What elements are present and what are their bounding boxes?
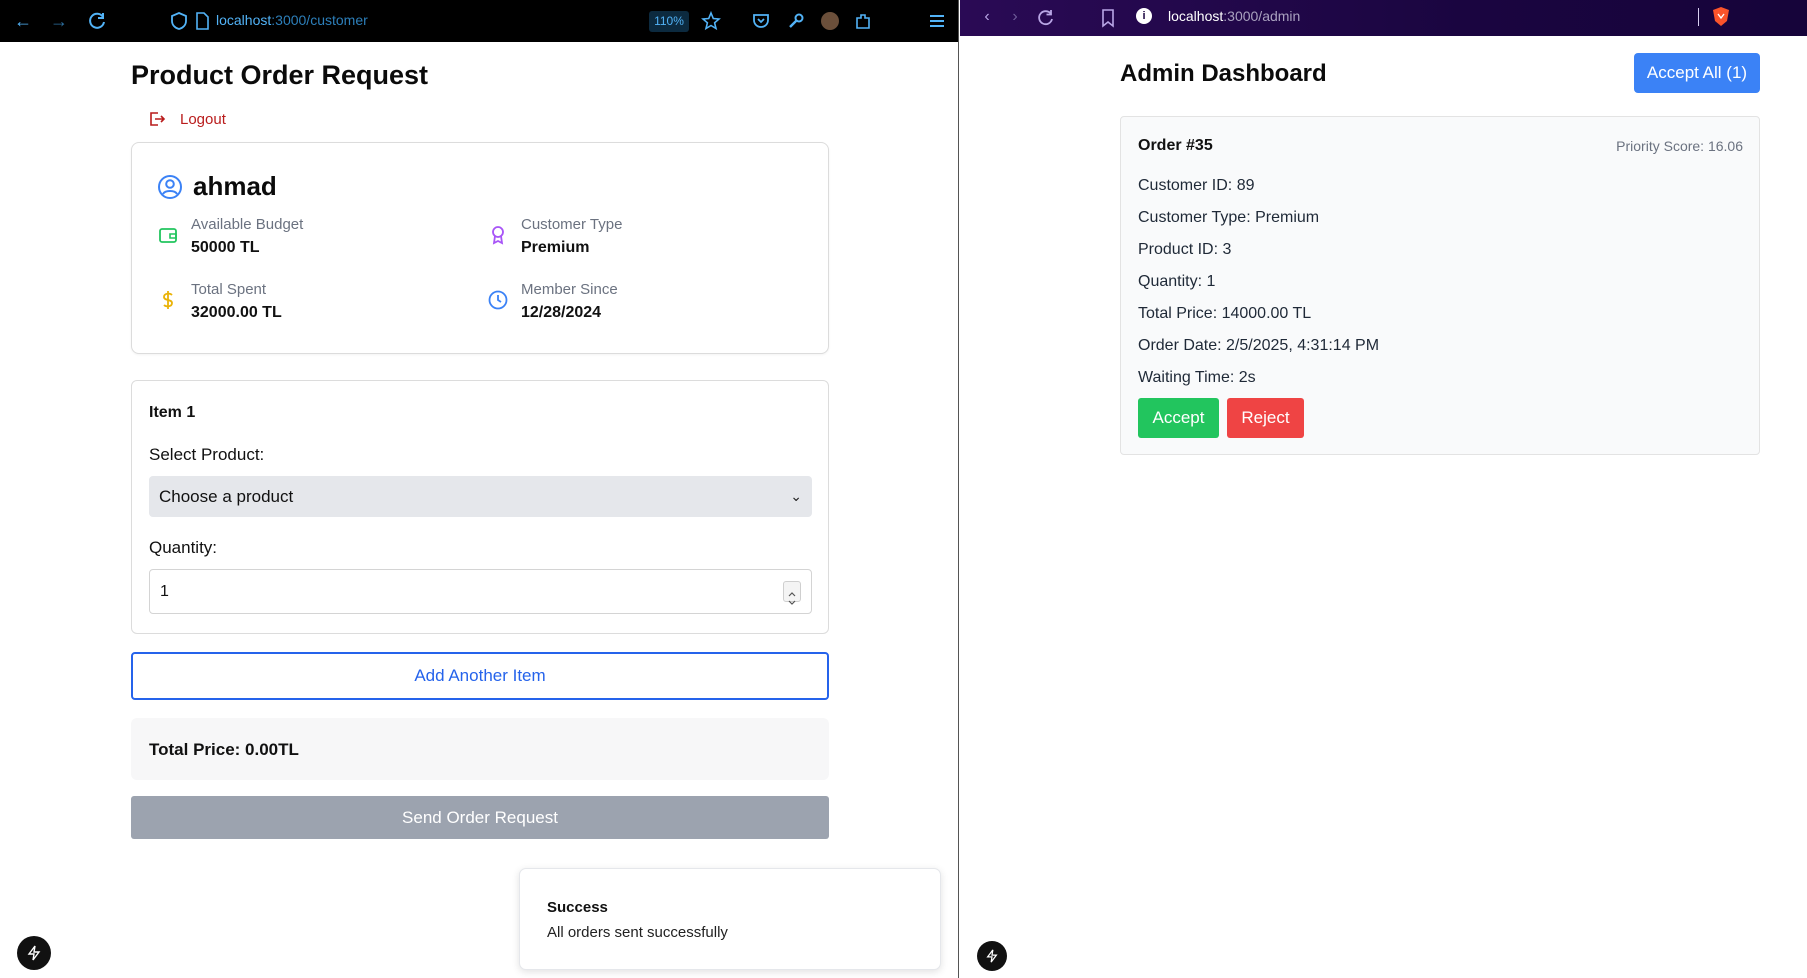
total-spent-value: 32000.00 TL [191,304,282,321]
order-customer-id: Customer ID: 89 [1138,177,1255,194]
forward-chevron-icon[interactable]: › [1004,6,1026,28]
clock-icon [488,290,508,310]
total-spent-stat: Total Spent 32000.00 TL [157,281,282,322]
wrench-icon[interactable] [785,10,807,32]
address-bar[interactable]: localhost:3000/admin [1168,8,1300,24]
member-since-label: Member Since [521,281,618,298]
order-total-price: Total Price: 14000.00 TL [1138,305,1312,322]
desktop: ← → localhost:3000/customer 110% Product… [0,0,1807,978]
order-date: Order Date: 2/5/2025, 4:31:14 PM [1138,337,1380,354]
url-host: localhost [1168,8,1224,24]
member-since-stat: Member Since 12/28/2024 [487,281,618,322]
wallet-icon [159,228,177,243]
back-chevron-icon[interactable]: ‹ [976,6,998,28]
logout-icon [150,112,166,126]
admin-dashboard-title: Admin Dashboard [1120,60,1327,87]
accept-order-button[interactable]: Accept [1138,398,1219,438]
success-toast: Success All orders sent successfully [519,868,941,970]
shield-icon[interactable] [168,10,190,32]
back-arrow-icon[interactable]: ← [12,10,34,32]
quantity-stepper[interactable] [783,581,801,605]
order-card: Order #35 Priority Score: 16.06 Customer… [1120,116,1760,455]
firefox-toolbar: ← → localhost:3000/customer 110% [0,0,958,42]
zoom-level-badge[interactable]: 110% [649,11,689,32]
lightning-icon [27,945,41,961]
accept-all-button[interactable]: Accept All (1) [1634,53,1760,93]
dollar-icon [163,291,173,309]
url-path: :3000/admin [1223,8,1301,24]
reject-order-button[interactable]: Reject [1227,398,1304,438]
available-budget-label: Available Budget [191,216,304,233]
profile-avatar[interactable] [821,12,839,30]
user-circle-icon [158,174,182,199]
quantity-label: Quantity: [149,538,218,557]
total-spent-label: Total Spent [191,281,267,298]
order-waiting-time: Waiting Time: 2s [1138,369,1256,386]
nextjs-devtools-badge[interactable] [977,941,1007,971]
toolbar-divider [1698,8,1699,26]
item-title: Item 1 [149,404,196,421]
extensions-icon[interactable] [852,10,874,32]
product-select-value: Choose a product [159,487,294,506]
available-budget-stat: Available Budget 50000 TL [157,216,303,257]
total-price-box: Total Price: 0.00TL [131,718,829,780]
chevron-down-icon: ⌄ [790,488,802,504]
customer-page: Product Order Request Logout ahmad Avail… [0,42,958,978]
order-quantity: Quantity: 1 [1138,273,1216,290]
customer-profile-card: ahmad Available Budget 50000 TL Customer… [131,142,829,354]
lightning-icon [986,949,998,963]
brave-shield-icon[interactable] [1711,6,1731,28]
quantity-value: 1 [160,583,169,600]
reload-icon[interactable] [86,10,108,32]
brave-toolbar: ‹ › i localhost:3000/admin [960,0,1807,36]
order-item-card: Item 1 Select Product: Choose a product … [131,380,829,634]
customer-type-label: Customer Type [521,216,623,233]
star-bookmark-icon[interactable] [700,10,722,32]
send-order-request-button[interactable]: Send Order Request [131,796,829,839]
url-host: localhost [216,12,272,28]
admin-browser-window: ‹ › i localhost:3000/admin Admin Dashboa… [960,0,1807,978]
quantity-input[interactable]: 1 [149,569,812,614]
address-bar[interactable]: localhost:3000/customer [216,12,368,28]
nextjs-devtools-badge[interactable] [17,936,51,970]
logout-label: Logout [180,110,226,128]
award-icon [492,226,504,245]
logout-button[interactable]: Logout [148,110,226,128]
customer-name-row: ahmad [157,171,277,202]
available-budget-value: 50000 TL [191,239,260,256]
url-path: :3000/customer [271,12,368,28]
customer-type-stat: Customer Type Premium [487,216,622,257]
reload-icon[interactable] [1035,7,1057,29]
page-title: Product Order Request [131,60,429,90]
page-icon [196,12,209,30]
member-since-value: 12/28/2024 [521,304,602,321]
priority-score: Priority Score: 16.06 [1616,138,1743,154]
order-product-id: Product ID: 3 [1138,241,1232,258]
customer-type-value: Premium [521,239,590,256]
toast-title: Success [547,899,608,916]
order-customer-type: Customer Type: Premium [1138,209,1320,226]
total-price-text: Total Price: 0.00TL [149,740,299,759]
toast-message: All orders sent successfully [547,924,728,941]
bookmark-icon[interactable] [1097,7,1119,29]
order-title: Order #35 [1138,137,1213,154]
customer-browser-window: ← → localhost:3000/customer 110% Product… [0,0,959,978]
pocket-icon[interactable] [750,10,772,32]
stepper-arrows-icon [788,592,796,605]
forward-arrow-icon[interactable]: → [48,10,70,32]
select-product-label: Select Product: [149,445,265,464]
add-another-item-button[interactable]: Add Another Item [131,652,829,700]
site-info-icon[interactable]: i [1136,8,1152,24]
product-select[interactable]: Choose a product ⌄ [149,476,812,517]
hamburger-menu-icon[interactable] [926,10,948,32]
customer-name: ahmad [193,171,277,201]
